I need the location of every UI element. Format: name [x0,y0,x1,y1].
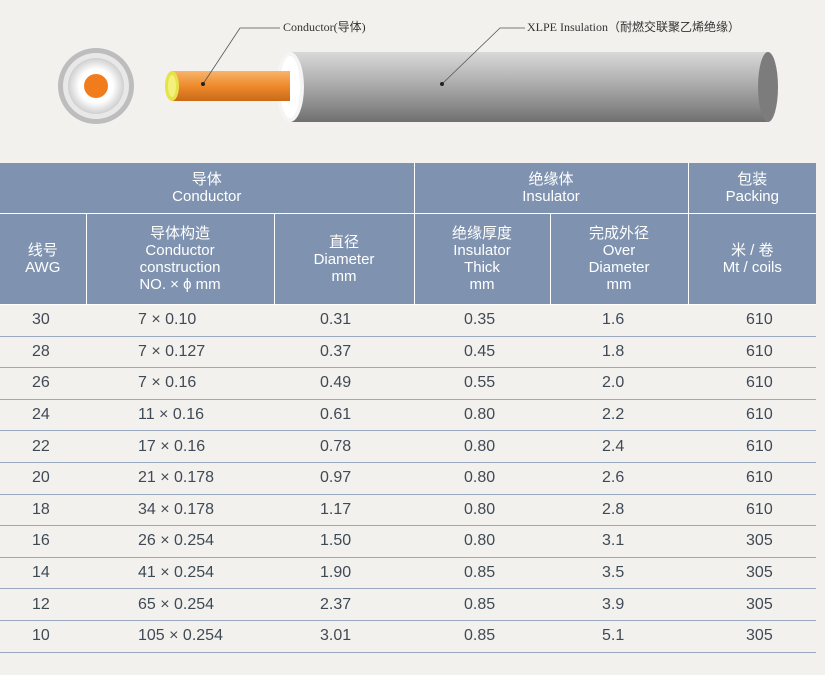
col-diameter-cell: 0.61 [274,399,415,432]
col-over-diameter-cell: 3.1 [550,525,689,558]
group-insulator: 绝缘体 Insulator [414,163,689,214]
col-insulator-thick-header: 绝缘厚度 Insulator Thick mm [414,213,551,305]
column-header-row: 线号 AWG 导体构造 Conductor construction NO. × ϕ mm… [0,213,817,305]
col-awg-cell: 20 [0,462,86,495]
col-diameter-cell: 0.37 [274,336,415,369]
col-over-diameter-cell: 1.6 [550,304,689,337]
col-insulator-thick-cell: 0.80 [414,399,551,432]
group-packing: 包装 Packing [688,163,817,214]
table-row: 10 105 × 0.254 3.01 0.85 5.1 305 [0,620,817,653]
col-diameter-cell: 0.49 [274,367,415,400]
col-construction-cell: 11 × 0.16 [86,399,274,432]
col-insulator-thick-cell: 0.80 [414,525,551,558]
col-diameter-cell: 0.97 [274,462,415,495]
col-insulator-thick-cell: 0.80 [414,494,551,527]
col-construction-cell: 65 × 0.254 [86,588,274,621]
col-awg-cell: 28 [0,336,86,369]
col-awg-cell: 12 [0,588,86,621]
col-diameter-cell: 2.37 [274,588,415,621]
col-over-diameter-cell: 2.8 [550,494,689,527]
spec-table: 导体 Conductor 绝缘体 Insulator 包装 Packing 线号… [0,163,817,653]
col-packing-length-cell: 610 [688,494,817,527]
col-insulator-thick-cell: 0.85 [414,620,551,653]
spec-table-container: 导体 Conductor 绝缘体 Insulator 包装 Packing 线号… [0,163,825,675]
col-construction-header: 导体构造 Conductor construction NO. × ϕ mm [86,213,275,305]
col-construction-cell: 41 × 0.254 [86,557,274,590]
col-packing-length-cell: 305 [688,620,817,653]
col-awg-cell: 26 [0,367,86,400]
conductor-label: Conductor(导体) [283,20,366,34]
col-insulator-thick-cell: 0.80 [414,430,551,463]
col-over-diameter-header: 完成外径 Over Diameter mm [550,213,689,305]
table-row: 18 34 × 0.178 1.17 0.80 2.8 610 [0,494,817,527]
col-diameter-cell: 3.01 [274,620,415,653]
col-over-diameter-cell: 3.9 [550,588,689,621]
table-row: 26 7 × 0.16 0.49 0.55 2.0 610 [0,367,817,400]
table-row: 22 17 × 0.16 0.78 0.80 2.4 610 [0,430,817,463]
col-diameter-cell: 1.90 [274,557,415,590]
col-over-diameter-cell: 3.5 [550,557,689,590]
table-row: 30 7 × 0.10 0.31 0.35 1.6 610 [0,304,817,337]
col-construction-cell: 7 × 0.10 [86,304,274,337]
col-awg-cell: 14 [0,557,86,590]
col-construction-cell: 7 × 0.127 [86,336,274,369]
col-packing-length-cell: 305 [688,588,817,621]
col-over-diameter-cell: 5.1 [550,620,689,653]
col-construction-cell: 34 × 0.178 [86,494,274,527]
col-over-diameter-cell: 2.4 [550,430,689,463]
col-over-diameter-cell: 2.2 [550,399,689,432]
col-packing-length-cell: 610 [688,304,817,337]
col-awg-cell: 10 [0,620,86,653]
col-diameter-cell: 1.17 [274,494,415,527]
col-construction-cell: 105 × 0.254 [86,620,274,653]
table-row: 16 26 × 0.254 1.50 0.80 3.1 305 [0,525,817,558]
col-insulator-thick-cell: 0.35 [414,304,551,337]
col-construction-cell: 26 × 0.254 [86,525,274,558]
col-diameter-header: 直径 Diameter mm [274,213,415,305]
col-packing-length-cell: 305 [688,557,817,590]
col-construction-cell: 7 × 0.16 [86,367,274,400]
col-diameter-cell: 0.78 [274,430,415,463]
table-row: 14 41 × 0.254 1.90 0.85 3.5 305 [0,557,817,590]
table-row: 28 7 × 0.127 0.37 0.45 1.8 610 [0,336,817,369]
table-row: 20 21 × 0.178 0.97 0.80 2.6 610 [0,462,817,495]
col-packing-length-cell: 610 [688,462,817,495]
cable-side-view-icon [165,52,778,122]
col-packing-length-cell: 610 [688,367,817,400]
col-construction-cell: 21 × 0.178 [86,462,274,495]
col-packing-length-cell: 610 [688,399,817,432]
col-insulator-thick-cell: 0.80 [414,462,551,495]
insulation-label: XLPE Insulation（耐燃交联聚乙烯绝缘） [527,20,740,34]
table-row: 24 11 × 0.16 0.61 0.80 2.2 610 [0,399,817,432]
col-diameter-cell: 0.31 [274,304,415,337]
col-packing-length-cell: 610 [688,336,817,369]
spec-table-body: 30 7 × 0.10 0.31 0.35 1.6 610 28 7 × 0.127 0.37 0… [0,304,817,653]
col-insulator-thick-cell: 0.55 [414,367,551,400]
col-awg-cell: 18 [0,494,86,527]
col-over-diameter-cell: 1.8 [550,336,689,369]
group-conductor: 导体 Conductor [0,163,415,214]
col-over-diameter-cell: 2.6 [550,462,689,495]
col-packing-length-cell: 305 [688,525,817,558]
col-packing-length-header: 米 / 卷 Mt / coils [688,213,817,305]
col-insulator-thick-cell: 0.85 [414,588,551,621]
col-insulator-thick-cell: 0.85 [414,557,551,590]
cable-diagram: Conductor(导体) XLPE Insulation（耐燃交联聚乙烯绝缘） [0,0,825,160]
col-awg-header: 线号 AWG [0,213,87,305]
col-construction-cell: 17 × 0.16 [86,430,274,463]
col-awg-cell: 30 [0,304,86,337]
col-over-diameter-cell: 2.0 [550,367,689,400]
col-awg-cell: 22 [0,430,86,463]
col-insulator-thick-cell: 0.45 [414,336,551,369]
cross-section-icon [58,48,134,124]
col-diameter-cell: 1.50 [274,525,415,558]
table-row: 12 65 × 0.254 2.37 0.85 3.9 305 [0,588,817,621]
col-packing-length-cell: 610 [688,430,817,463]
col-awg-cell: 16 [0,525,86,558]
col-awg-cell: 24 [0,399,86,432]
group-header-row: 导体 Conductor 绝缘体 Insulator 包装 Packing [0,163,817,214]
